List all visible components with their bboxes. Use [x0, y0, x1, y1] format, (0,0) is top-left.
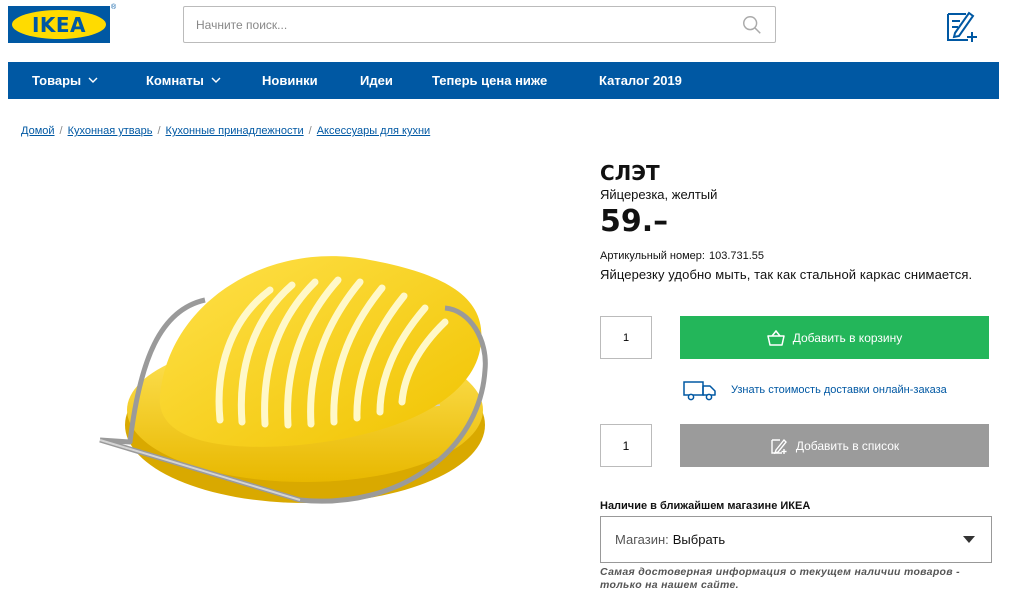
basket-icon [766, 329, 785, 346]
nav-item-label: Новинки [262, 73, 318, 88]
product-article: Артикульный номер: 103.731.55 [600, 250, 764, 262]
logo-text: IKEA [31, 12, 87, 37]
breadcrumb-kitchen-accessories[interactable]: Кухонные принадлежности [166, 125, 304, 137]
store-select-value: Выбрать [672, 532, 726, 547]
shopping-list-icon[interactable] [944, 8, 980, 44]
product-image [99, 256, 488, 504]
list-edit-icon [771, 438, 787, 454]
search-input[interactable] [196, 17, 716, 32]
add-to-cart-label: Добавить в корзину [792, 330, 903, 345]
nav-item-label: Идеи [360, 73, 393, 88]
delivery-link[interactable]: Узнать стоимость доставки онлайн-заказа [683, 379, 947, 401]
product-price: 59.– [600, 204, 669, 239]
quantity-field-list[interactable] [600, 424, 652, 467]
nav-item-lower-price[interactable]: Теперь цена ниже [432, 62, 547, 99]
nav-item-label: Комнаты [146, 73, 204, 88]
nav-item-label: Товары [32, 73, 82, 88]
nav-item-ideas[interactable]: Идеи [360, 62, 393, 99]
search-icon[interactable] [741, 14, 763, 36]
add-to-cart-button[interactable]: Добавить в корзину [680, 316, 989, 359]
main-nav: Товары Комнаты Новинки Идеи Теперь цена … [8, 62, 999, 99]
quantity-input-cart[interactable] [606, 331, 646, 344]
nav-item-catalog[interactable]: Каталог 2019 [599, 62, 682, 99]
store-select-prefix: Магазин: [615, 532, 669, 547]
article-number: 103.731.55 [708, 250, 765, 262]
breadcrumb: Домой / Кухонная утварь / Кухонные принадлеж… [21, 125, 431, 137]
delivery-link-label: Узнать стоимость доставки онлайн-заказа [731, 384, 947, 396]
logo-oval: IKEA [12, 10, 106, 39]
nav-item-label: Каталог 2019 [599, 73, 682, 88]
store-note: Самая достоверная информация о текущем н… [600, 566, 960, 591]
store-availability-label: Наличие в ближайшем магазине ИКЕА [600, 500, 811, 512]
store-select[interactable]: Магазин: Выбрать [600, 516, 992, 563]
breadcrumb-kitchenware[interactable]: Кухонная утварь [68, 125, 153, 137]
breadcrumb-kitchen-extras[interactable]: Аксессуары для кухни [317, 125, 430, 137]
product-name: СЛЭТ [600, 161, 660, 185]
truck-icon [683, 381, 716, 401]
nav-item-products[interactable]: Товары [32, 62, 98, 99]
product-description: Яйцерезка, желтый [600, 187, 718, 202]
article-label: Артикульный номер: [600, 250, 705, 262]
add-to-list-label: Добавить в список [795, 438, 900, 453]
search-bar[interactable] [183, 6, 776, 43]
logo-registered-mark: ® [111, 4, 117, 11]
quantity-field-cart[interactable] [600, 316, 652, 359]
nav-item-rooms[interactable]: Комнаты [146, 62, 221, 99]
breadcrumb-home[interactable]: Домой [21, 125, 55, 137]
caret-down-icon [963, 536, 975, 543]
chevron-down-icon [88, 77, 98, 83]
chevron-down-icon [211, 77, 221, 83]
nav-item-label: Теперь цена ниже [432, 73, 548, 88]
product-text: Яйцерезку удобно мыть, так как стальной … [600, 267, 973, 282]
ikea-logo[interactable]: IKEA [8, 6, 110, 43]
quantity-input-list[interactable] [606, 438, 646, 453]
nav-item-new[interactable]: Новинки [262, 62, 318, 99]
add-to-list-button[interactable]: Добавить в список [680, 424, 989, 467]
